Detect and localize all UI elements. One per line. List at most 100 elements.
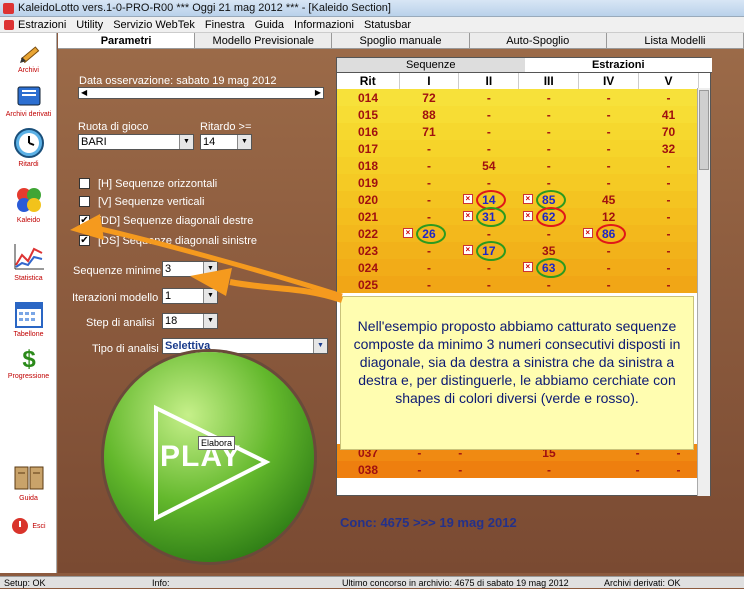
number-cell[interactable]: - xyxy=(639,89,699,106)
sidebar-item-kaleido[interactable]: Kaleido xyxy=(0,185,57,224)
menu-statusbar[interactable]: Statusbar xyxy=(364,19,411,31)
number-cell[interactable]: - xyxy=(440,461,481,478)
number-cell[interactable]: - xyxy=(399,208,459,225)
close-icon[interactable]: × xyxy=(462,245,473,255)
number-cell[interactable]: - xyxy=(459,259,519,276)
menu-guida[interactable]: Guida xyxy=(255,19,284,31)
table-row[interactable]: 024- - × 63- - xyxy=(337,257,699,278)
checkbox-orizzontali[interactable] xyxy=(79,178,90,189)
table-row[interactable]: 021- × 31 × 62 12- xyxy=(337,206,699,227)
tab-modello-previsionale[interactable]: Modello Previsionale xyxy=(195,33,333,48)
number-cell[interactable]: - xyxy=(519,157,579,174)
number-cell[interactable]: - xyxy=(617,461,658,478)
number-cell[interactable]: - xyxy=(399,276,459,293)
number-cell[interactable]: - xyxy=(579,174,639,191)
number-cell[interactable]: 72 xyxy=(399,89,459,106)
close-icon[interactable]: × xyxy=(462,211,473,221)
table-row[interactable]: 016 71- - -70 xyxy=(337,123,699,140)
number-cell[interactable]: - xyxy=(459,106,519,123)
number-cell[interactable]: - xyxy=(399,174,459,191)
number-cell[interactable]: - xyxy=(399,140,459,157)
number-cell[interactable]: - xyxy=(639,157,699,174)
tipo-analisi-select[interactable]: Selettiva ▼ xyxy=(162,338,328,354)
number-cell[interactable]: 41 xyxy=(639,106,699,123)
number-cell[interactable]: × 85 xyxy=(519,189,579,210)
number-cell[interactable]: 32 xyxy=(639,140,699,157)
number-cell[interactable]: - xyxy=(658,461,699,478)
sequenze-minime-select[interactable]: 3 ▼ xyxy=(162,261,218,277)
sidebar-item-guida[interactable]: Guida xyxy=(0,463,57,502)
number-cell[interactable]: - xyxy=(579,123,639,140)
menu-utility[interactable]: Utility xyxy=(76,19,103,31)
number-cell[interactable]: × 31 xyxy=(459,206,519,227)
number-cell[interactable]: - xyxy=(459,123,519,140)
number-cell[interactable]: 70 xyxy=(639,123,699,140)
number-cell[interactable]: - xyxy=(481,461,618,478)
table-row[interactable]: 038- - - - - xyxy=(337,461,699,478)
number-cell[interactable]: - xyxy=(399,461,440,478)
tab-auto-spoglio[interactable]: Auto-Spoglio xyxy=(469,33,607,48)
number-cell[interactable]: - xyxy=(459,276,519,293)
number-cell[interactable]: - xyxy=(519,276,579,293)
table-row[interactable]: 020- × 14 × 85 45- xyxy=(337,189,699,210)
number-cell[interactable]: - xyxy=(519,140,579,157)
number-cell[interactable]: - xyxy=(519,123,579,140)
number-cell[interactable]: - xyxy=(459,225,519,242)
close-icon[interactable]: × xyxy=(522,262,533,272)
number-cell[interactable]: - xyxy=(399,191,459,208)
number-cell[interactable]: - xyxy=(459,140,519,157)
sidebar-item-statistica[interactable]: Statistica xyxy=(0,241,57,282)
number-cell[interactable]: - xyxy=(399,157,459,174)
number-cell[interactable]: - xyxy=(579,106,639,123)
sidebar-item-archivi[interactable]: Archivi xyxy=(0,39,57,74)
ruota-select[interactable]: BARI ▼ xyxy=(78,134,194,150)
close-icon[interactable]: × xyxy=(522,194,533,204)
menu-servizio-webtek[interactable]: Servizio WebTek xyxy=(113,19,195,31)
number-cell[interactable]: - xyxy=(639,225,699,242)
number-cell[interactable]: - xyxy=(639,191,699,208)
number-cell[interactable]: 45 xyxy=(579,191,639,208)
date-slider[interactable]: ◀ ▶ xyxy=(78,87,324,99)
number-cell[interactable]: - xyxy=(519,225,579,242)
number-cell[interactable]: - xyxy=(579,276,639,293)
tab-lista-modelli[interactable]: Lista Modelli xyxy=(606,33,744,48)
number-cell[interactable]: 71 xyxy=(399,123,459,140)
number-cell[interactable]: - xyxy=(519,174,579,191)
number-cell[interactable]: × 62 xyxy=(519,206,579,227)
number-cell[interactable]: × 86 xyxy=(579,223,639,244)
menu-estrazioni[interactable]: Estrazioni xyxy=(18,19,66,31)
step-analisi-select[interactable]: 18 ▼ xyxy=(162,313,218,329)
table-row[interactable]: 022 × 26- - × 86- xyxy=(337,223,699,244)
table-row[interactable]: 015 88- - -41 xyxy=(337,106,699,123)
close-icon[interactable]: × xyxy=(522,211,533,221)
number-cell[interactable]: - xyxy=(579,259,639,276)
close-icon[interactable]: × xyxy=(582,228,593,238)
number-cell[interactable]: 88 xyxy=(399,106,459,123)
number-cell[interactable]: - xyxy=(579,157,639,174)
table-row[interactable]: 018-54- - - xyxy=(337,157,699,174)
number-cell[interactable]: - xyxy=(459,89,519,106)
tab-estrazioni[interactable]: Estrazioni xyxy=(524,58,712,72)
number-cell[interactable]: × 14 xyxy=(459,189,519,210)
number-cell[interactable]: × 26 xyxy=(399,223,459,244)
sidebar-item-ritardi[interactable]: Ritardi xyxy=(0,127,57,168)
menu-informazioni[interactable]: Informazioni xyxy=(294,19,354,31)
number-cell[interactable]: - xyxy=(639,242,699,259)
table-row[interactable]: 017- - - -32 xyxy=(337,140,699,157)
number-cell[interactable]: - xyxy=(519,106,579,123)
number-cell[interactable]: × 17 xyxy=(459,240,519,261)
tab-parametri[interactable]: Parametri xyxy=(58,33,196,48)
number-cell[interactable]: - xyxy=(639,208,699,225)
grid-scrollbar[interactable] xyxy=(697,88,710,496)
checkbox-diagonali-sinistre[interactable]: ✔ xyxy=(79,235,90,246)
number-cell[interactable]: 35 xyxy=(519,242,579,259)
sidebar-item-archivi-derivati[interactable]: Archivi derivati xyxy=(0,81,57,118)
menu-finestra[interactable]: Finestra xyxy=(205,19,245,31)
sidebar-item-esci[interactable]: Esci xyxy=(0,517,57,535)
sidebar-item-progressione[interactable]: $ Progressione xyxy=(0,345,57,380)
slider-left-arrow-icon[interactable]: ◀ xyxy=(81,88,87,97)
table-row[interactable]: 014 72- - - - xyxy=(337,89,699,106)
number-cell[interactable]: - xyxy=(579,89,639,106)
checkbox-diagonali-destre[interactable]: ✔ xyxy=(79,215,90,226)
table-row[interactable]: 025- - - - - xyxy=(337,276,699,293)
